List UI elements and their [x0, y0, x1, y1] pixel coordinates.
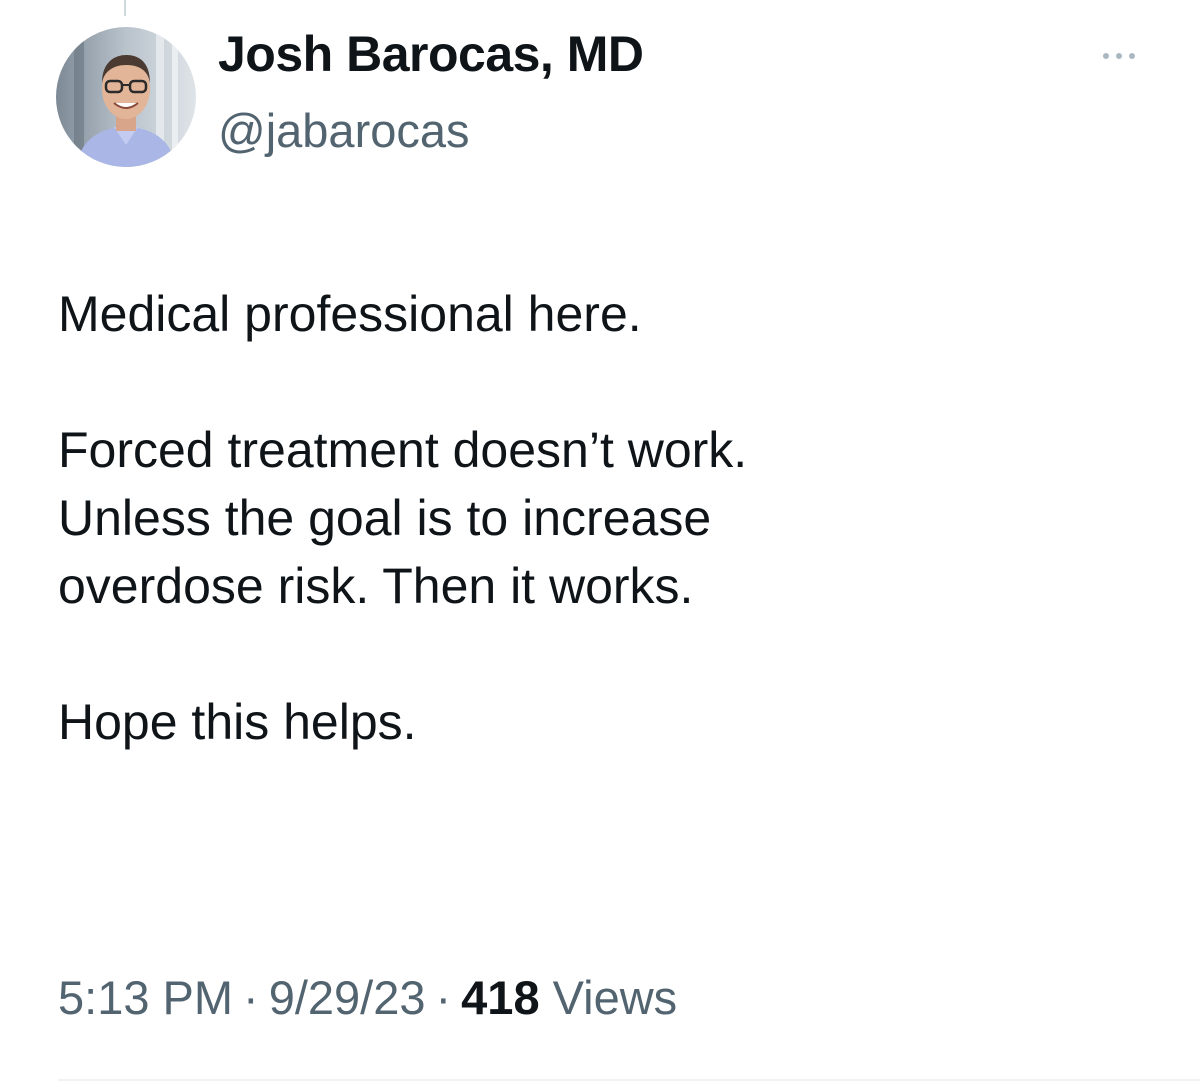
- author-avatar[interactable]: [56, 27, 196, 167]
- tweet-line: Medical professional here.: [58, 286, 642, 342]
- tweet-metadata: 5:13 PM · 9/29/23 · 418 Views: [58, 968, 677, 1028]
- thread-connector-line: [124, 0, 126, 16]
- tweet-date[interactable]: 9/29/23: [269, 971, 426, 1024]
- tweet-line: Unless the goal is to increase: [58, 490, 712, 546]
- avatar-photo-icon: [56, 27, 196, 167]
- tweet-text: Medical professional here. Forced treatm…: [58, 280, 1168, 756]
- separator-dot: ·: [243, 971, 259, 1024]
- views-count[interactable]: 418: [461, 971, 539, 1024]
- tweet-time[interactable]: 5:13 PM: [58, 971, 233, 1024]
- separator-dot: ·: [435, 971, 452, 1024]
- author-display-name[interactable]: Josh Barocas, MD: [218, 24, 644, 84]
- tweet-line: Hope this helps.: [58, 694, 417, 750]
- views-label[interactable]: Views: [553, 971, 678, 1024]
- tweet-line: overdose risk. Then it works.: [58, 558, 694, 614]
- author-handle[interactable]: @jabarocas: [218, 101, 470, 161]
- divider: [58, 1079, 1200, 1081]
- more-options-icon[interactable]: [1097, 48, 1141, 64]
- tweet-line: Forced treatment doesn’t work.: [58, 422, 748, 478]
